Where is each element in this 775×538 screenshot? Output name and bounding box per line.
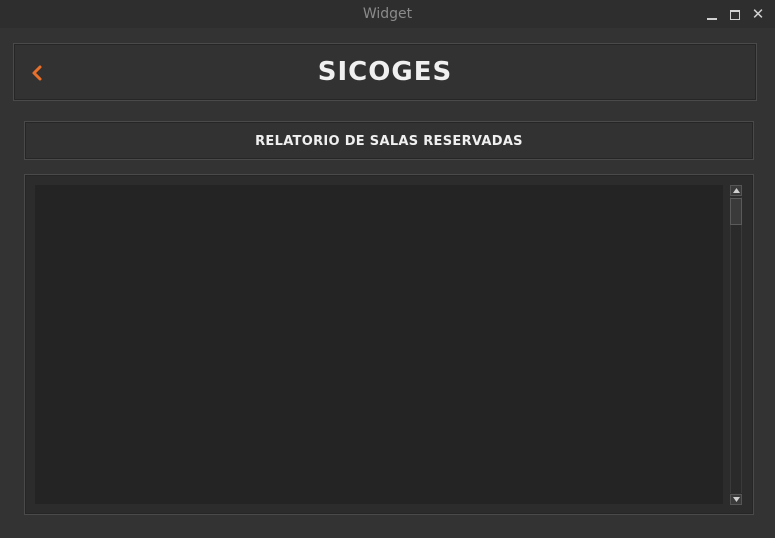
scroll-up-button[interactable] — [730, 185, 742, 196]
minimize-icon[interactable] — [704, 6, 720, 22]
app-header: SICOGES — [13, 43, 757, 101]
scroll-down-button[interactable] — [730, 494, 742, 505]
scroll-thumb[interactable] — [730, 198, 742, 225]
close-icon[interactable]: ✕ — [750, 6, 766, 22]
report-button-label: RELATORIO DE SALAS RESERVADAS — [255, 134, 523, 149]
page-title: SICOGES — [317, 57, 453, 87]
reservations-list[interactable] — [35, 185, 723, 504]
reservations-list-frame — [24, 174, 754, 515]
maximize-icon[interactable] — [727, 6, 743, 22]
vertical-scrollbar[interactable] — [729, 185, 743, 505]
arrow-up-icon — [732, 188, 740, 193]
arrow-down-icon — [732, 497, 740, 502]
scroll-track[interactable] — [730, 197, 742, 493]
reserved-rooms-report-button[interactable]: RELATORIO DE SALAS RESERVADAS — [24, 121, 754, 160]
window-title: Widget — [362, 6, 413, 22]
window-titlebar: Widget ✕ — [0, 0, 775, 28]
